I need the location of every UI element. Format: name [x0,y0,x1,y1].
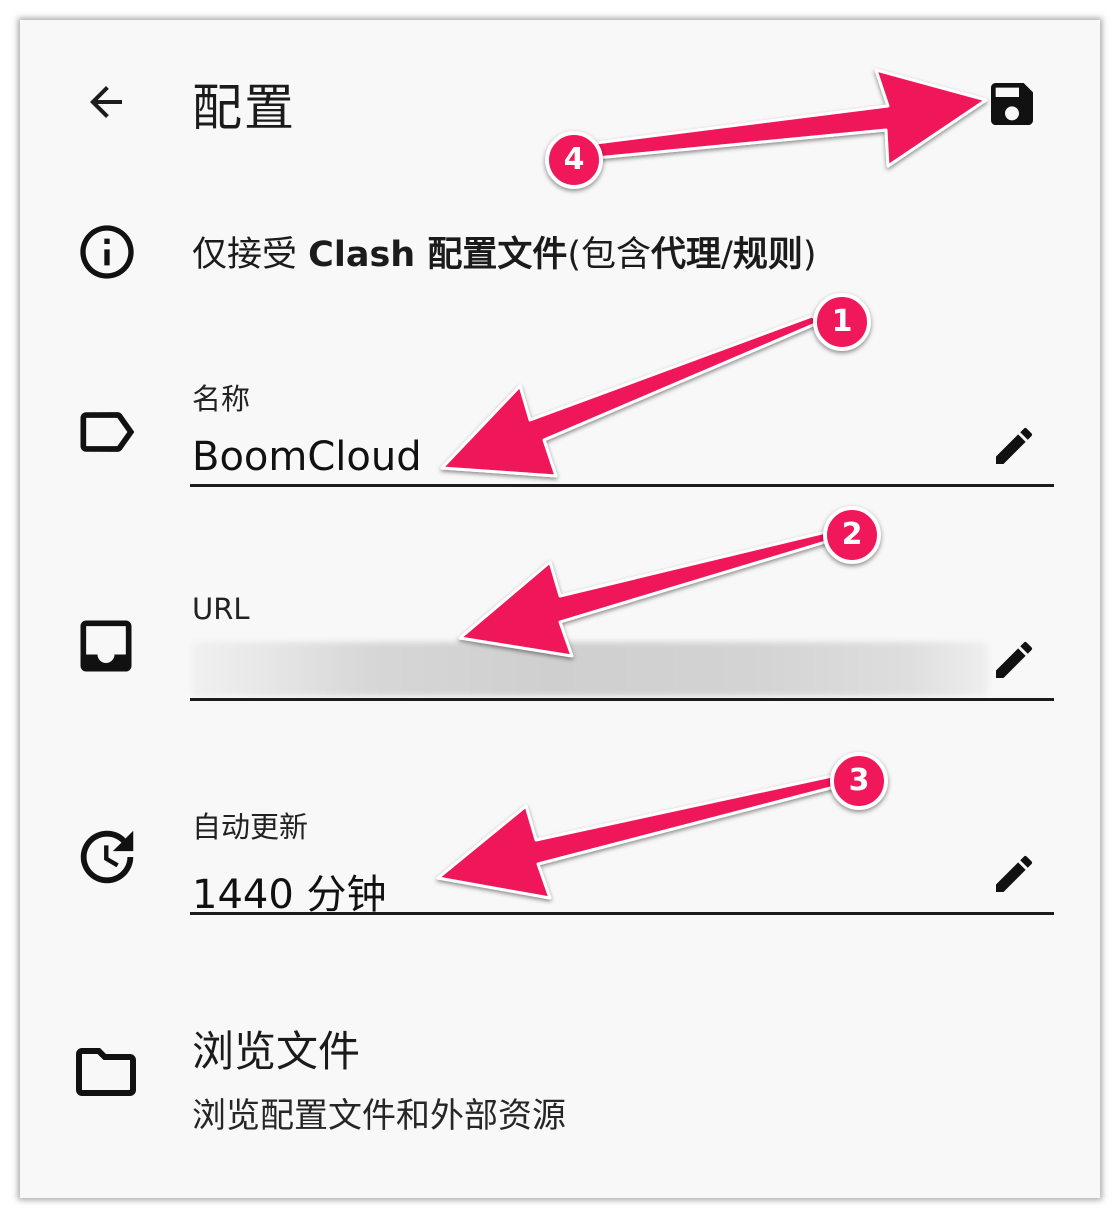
info-bold-clash: Clash 配置文件 [308,235,568,275]
name-field[interactable]: BoomCloud [192,434,422,480]
folder-icon [70,1036,142,1108]
url-field-redacted[interactable] [192,642,988,696]
pencil-icon [996,427,1033,464]
edit-url-button[interactable] [990,636,1038,684]
info-middle: (包含 [567,235,652,275]
back-button[interactable] [82,78,130,126]
label-tag-icon [72,398,140,466]
edit-name-button[interactable] [990,422,1038,470]
annotation-arrow-1 [440,314,822,478]
name-underline [190,484,1054,487]
floppy-save-icon [991,83,1033,125]
annotation-arrow-2 [458,530,834,658]
info-message: 仅接受 Clash 配置文件(包含代理/规则) [192,226,817,277]
inbox-tray-icon [72,612,140,680]
profile-config-screen: 配置 仅接受 Clash 配置文件(包含代理/规则) 名称 BoomCloud … [20,20,1100,1198]
info-prefix: 仅接受 [192,235,309,275]
annotation-badge-1: 1 [813,293,871,351]
arrow-left-icon [90,86,122,118]
annotation-badge-3: 3 [830,752,888,810]
info-circle-icon [75,220,139,284]
info-bold-rules: 规则 [732,235,803,275]
pencil-icon [996,641,1033,678]
auto-update-label: 自动更新 [192,810,309,844]
annotation-badge-2: 2 [823,506,881,564]
save-button[interactable] [984,76,1040,132]
edit-auto-update-button[interactable] [990,850,1038,898]
annotation-badge-4: 4 [545,131,603,189]
browse-files-subtitle: 浏览配置文件和外部资源 [192,1096,566,1136]
browse-files-title: 浏览文件 [192,1027,361,1076]
url-underline [190,698,1054,701]
info-slash: / [721,235,733,275]
auto-update-underline [190,912,1054,915]
annotation-arrow-3 [436,774,840,900]
url-label: URL [192,592,250,626]
pencil-icon [996,855,1033,892]
page-title: 配置 [192,79,296,137]
name-label: 名称 [192,382,251,416]
history-update-icon [72,822,142,892]
annotation-arrow-4 [570,68,988,168]
info-bold-proxy: 代理 [651,235,722,275]
info-suffix: ) [802,235,817,275]
